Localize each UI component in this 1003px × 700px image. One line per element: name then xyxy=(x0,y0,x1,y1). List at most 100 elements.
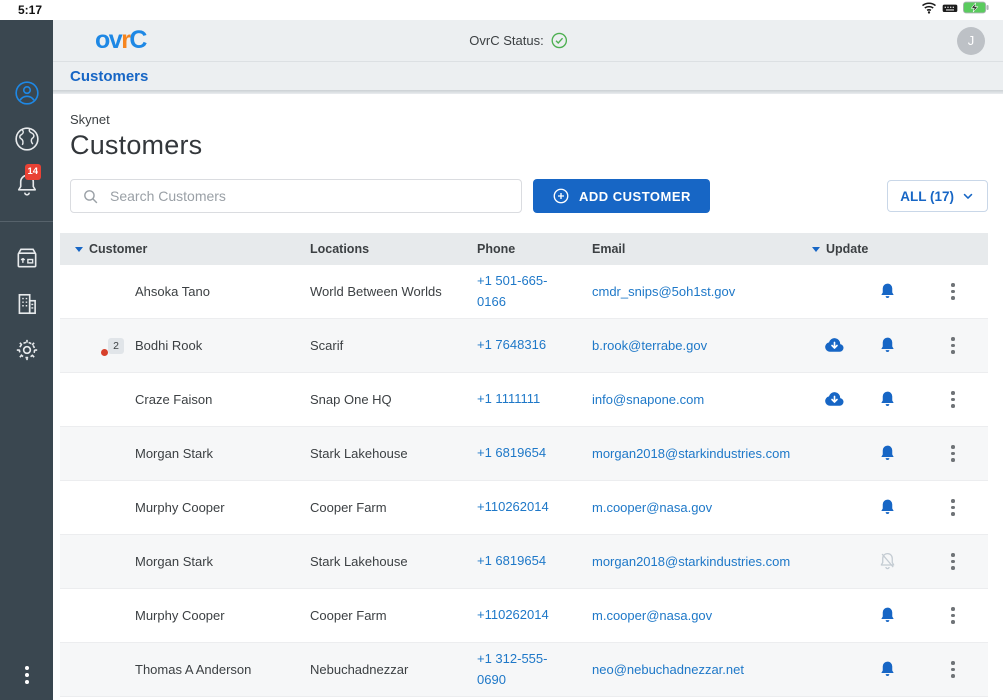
unread-count: 2 xyxy=(108,338,124,355)
plus-circle-icon xyxy=(552,187,570,205)
globe-icon xyxy=(14,126,40,152)
ovrc-status-label: OvrC Status: xyxy=(469,33,543,48)
notifications-on-icon[interactable] xyxy=(878,497,897,518)
breadcrumb[interactable]: Customers xyxy=(70,68,148,85)
sidebar-item-products[interactable] xyxy=(14,245,40,271)
column-header-update[interactable]: Update xyxy=(812,242,988,256)
add-customer-button[interactable]: ADD CUSTOMER xyxy=(533,179,710,213)
phone-link[interactable]: +110262014 xyxy=(477,605,592,625)
column-header-phone: Phone xyxy=(477,242,592,256)
user-circle-icon xyxy=(14,80,40,106)
package-icon xyxy=(14,245,40,271)
breadcrumb-bar: Customers xyxy=(53,62,1003,90)
notifications-on-icon[interactable] xyxy=(878,659,897,680)
phone-link[interactable]: +1 6819654 xyxy=(477,551,592,571)
notifications-on-icon[interactable] xyxy=(878,281,897,302)
customer-name: Morgan Stark xyxy=(135,446,310,461)
email-link[interactable]: cmdr_snips@5oh1st.gov xyxy=(592,284,812,299)
notifications-on-icon[interactable] xyxy=(878,443,897,464)
customer-location: World Between Worlds xyxy=(310,284,477,299)
search-box[interactable] xyxy=(70,179,522,213)
email-link[interactable]: neo@nebuchadnezzar.net xyxy=(592,662,812,677)
table-row[interactable]: 2 Bodhi Rook Scarif +1 7648316 b.rook@te… xyxy=(60,319,988,373)
notifications-on-icon[interactable] xyxy=(878,389,897,410)
table-row[interactable]: Thomas A Anderson Nebuchadnezzar +1 312-… xyxy=(60,643,988,697)
row-menu-button[interactable] xyxy=(951,283,955,300)
row-menu-button[interactable] xyxy=(951,499,955,516)
customer-name: Morgan Stark xyxy=(135,554,310,569)
column-header-locations: Locations xyxy=(310,242,477,256)
sidebar-item-network[interactable] xyxy=(14,126,40,152)
phone-link[interactable]: +1 6819654 xyxy=(477,443,592,463)
filter-dropdown[interactable]: ALL (17) xyxy=(887,180,988,212)
chevron-down-icon xyxy=(961,189,975,203)
phone-link[interactable]: +110262014 xyxy=(477,497,592,517)
user-avatar[interactable]: J xyxy=(957,27,985,55)
customer-name: Ahsoka Tano xyxy=(135,284,310,299)
toolbar: ADD CUSTOMER ALL (17) xyxy=(70,179,988,213)
row-menu-button[interactable] xyxy=(951,607,955,624)
row-menu-button[interactable] xyxy=(951,391,955,408)
sort-arrow-icon xyxy=(812,247,820,252)
table-row[interactable]: Morgan Stark Stark Lakehouse +1 6819654 … xyxy=(60,535,988,589)
search-input[interactable] xyxy=(108,187,510,205)
update-available-icon[interactable] xyxy=(823,334,846,357)
sidebar-more-menu-button[interactable] xyxy=(25,666,29,684)
phone-link[interactable]: +1 7648316 xyxy=(477,335,592,355)
building-icon xyxy=(14,291,40,317)
phone-link[interactable]: +1 312-555-0690 xyxy=(477,649,592,689)
row-menu-button[interactable] xyxy=(951,661,955,678)
table-row[interactable]: Morgan Stark Stark Lakehouse +1 6819654 … xyxy=(60,427,988,481)
customer-name: Thomas A Anderson xyxy=(135,662,310,677)
clock-time: 5:17 xyxy=(18,3,42,17)
sidebar-divider xyxy=(0,221,53,222)
customer-location: Stark Lakehouse xyxy=(310,554,477,569)
search-icon xyxy=(82,188,99,205)
email-link[interactable]: morgan2018@starkindustries.com xyxy=(592,554,812,569)
email-link[interactable]: morgan2018@starkindustries.com xyxy=(592,446,812,461)
update-available-icon[interactable] xyxy=(823,388,846,411)
column-header-email: Email xyxy=(592,242,812,256)
phone-link[interactable]: +1 501-665-0166 xyxy=(477,271,592,311)
email-link[interactable]: m.cooper@nasa.gov xyxy=(592,500,812,515)
alert-dot-icon xyxy=(101,349,108,356)
sort-arrow-icon xyxy=(75,247,83,252)
customer-table-body: Ahsoka Tano World Between Worlds +1 501-… xyxy=(60,265,988,697)
notifications-on-icon[interactable] xyxy=(878,335,897,356)
battery-charging-icon xyxy=(963,1,989,19)
table-row[interactable]: Craze Faison Snap One HQ +1 1111111 info… xyxy=(60,373,988,427)
check-circle-icon xyxy=(551,32,568,49)
gear-icon xyxy=(14,337,40,363)
customer-location: Scarif xyxy=(310,338,477,353)
table-row[interactable]: Murphy Cooper Cooper Farm +110262014 m.c… xyxy=(60,589,988,643)
column-header-customer[interactable]: Customer xyxy=(60,242,310,256)
table-row[interactable]: Ahsoka Tano World Between Worlds +1 501-… xyxy=(60,265,988,319)
keyboard-icon xyxy=(942,1,958,19)
navigation-sidebar: 14 xyxy=(0,20,53,700)
email-link[interactable]: b.rook@terrabe.gov xyxy=(592,338,812,353)
ovrc-status: OvrC Status: xyxy=(469,32,567,49)
table-row[interactable]: Murphy Cooper Cooper Farm +110262014 m.c… xyxy=(60,481,988,535)
ovrc-logo[interactable]: ovrC xyxy=(95,28,146,53)
table-header-row: Customer Locations Phone Email Update xyxy=(60,233,988,265)
row-menu-button[interactable] xyxy=(951,337,955,354)
customer-location: Snap One HQ xyxy=(310,392,477,407)
customer-name: Craze Faison xyxy=(135,392,310,407)
sidebar-item-company[interactable] xyxy=(14,291,40,317)
notifications-on-icon[interactable] xyxy=(878,605,897,626)
app-header: ovrC OvrC Status: J xyxy=(53,20,1003,62)
email-link[interactable]: info@snapone.com xyxy=(592,392,812,407)
sidebar-item-customers[interactable] xyxy=(14,80,40,106)
customer-name: Murphy Cooper xyxy=(135,500,310,515)
sidebar-item-settings[interactable] xyxy=(14,337,40,363)
email-link[interactable]: m.cooper@nasa.gov xyxy=(592,608,812,623)
customer-location: Cooper Farm xyxy=(310,500,477,515)
customer-location: Stark Lakehouse xyxy=(310,446,477,461)
sidebar-item-notifications[interactable]: 14 xyxy=(14,172,40,198)
row-menu-button[interactable] xyxy=(951,445,955,462)
row-menu-button[interactable] xyxy=(951,553,955,570)
customer-name: Murphy Cooper xyxy=(135,608,310,623)
notifications-off-icon[interactable] xyxy=(878,551,897,572)
phone-link[interactable]: +1 1111111 xyxy=(477,389,592,409)
wifi-icon xyxy=(921,1,937,19)
